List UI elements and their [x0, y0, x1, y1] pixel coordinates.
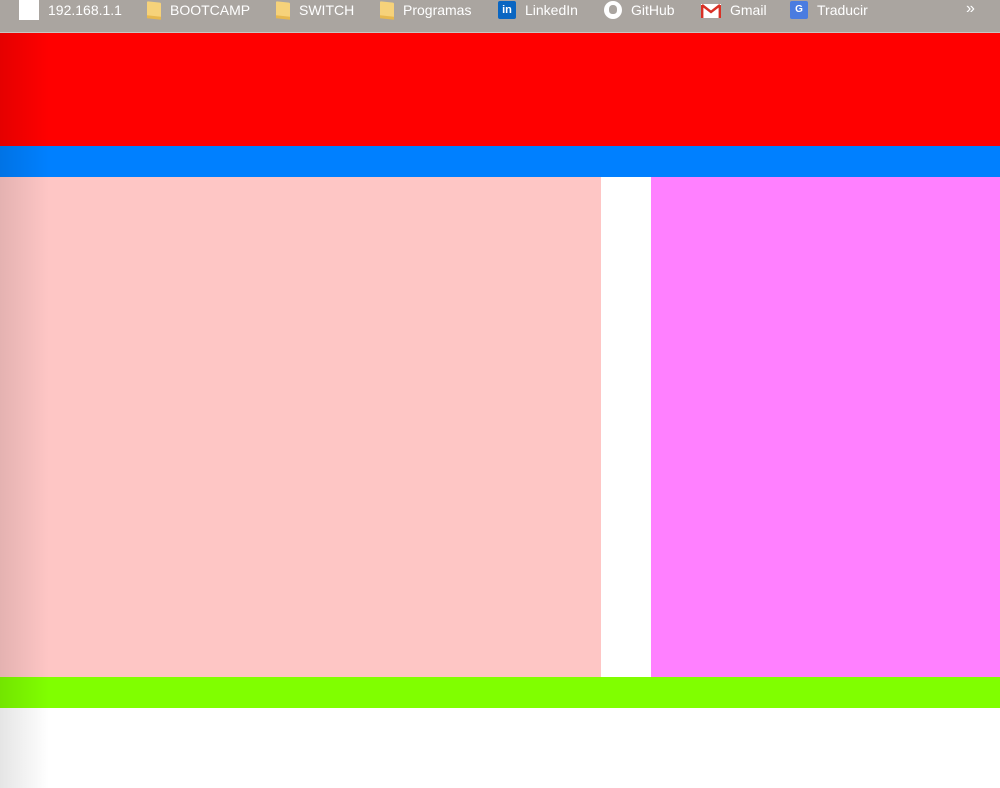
- bookmark-router[interactable]: 192.168.1.1: [19, 0, 122, 20]
- bookmark-github[interactable]: GitHub: [604, 0, 675, 20]
- aside-block: [651, 177, 1000, 677]
- bookmarks-overflow-button[interactable]: »: [966, 0, 975, 20]
- bookmark-label: SWITCH: [299, 2, 355, 18]
- bookmark-translate[interactable]: G Traducir: [790, 0, 868, 20]
- bookmark-label: BOOTCAMP: [170, 2, 251, 18]
- bookmark-label: Programas: [403, 2, 472, 18]
- folder-icon: [147, 1, 161, 19]
- linkedin-icon: in: [498, 1, 516, 19]
- bookmarks-bar: 192.168.1.1 BOOTCAMP SWITCH Programas in…: [0, 0, 1000, 33]
- nav-block: [0, 146, 1000, 177]
- bookmark-label: 192.168.1.1: [48, 2, 122, 18]
- folder-icon: [380, 1, 394, 19]
- bookmark-label: LinkedIn: [525, 2, 578, 18]
- footer-block: [0, 677, 1000, 708]
- gap-block: [601, 177, 651, 677]
- bookmark-linkedin[interactable]: in LinkedIn: [498, 0, 578, 20]
- bookmark-folder-bootcamp[interactable]: BOOTCAMP: [147, 0, 250, 20]
- bookmark-label: Gmail: [730, 2, 767, 18]
- bookmark-folder-programas[interactable]: Programas: [380, 0, 471, 20]
- folder-icon: [276, 1, 290, 19]
- bookmark-label: Traducir: [817, 2, 868, 18]
- bookmark-label: GitHub: [631, 2, 675, 18]
- blank-page-icon: [19, 0, 39, 20]
- translate-icon: G: [790, 1, 808, 19]
- gmail-icon: [701, 4, 721, 18]
- bookmark-gmail[interactable]: Gmail: [701, 0, 767, 20]
- header-block: [0, 33, 1000, 146]
- bookmark-folder-switch[interactable]: SWITCH: [276, 0, 354, 20]
- main-block: [0, 177, 601, 677]
- github-icon: [604, 1, 622, 19]
